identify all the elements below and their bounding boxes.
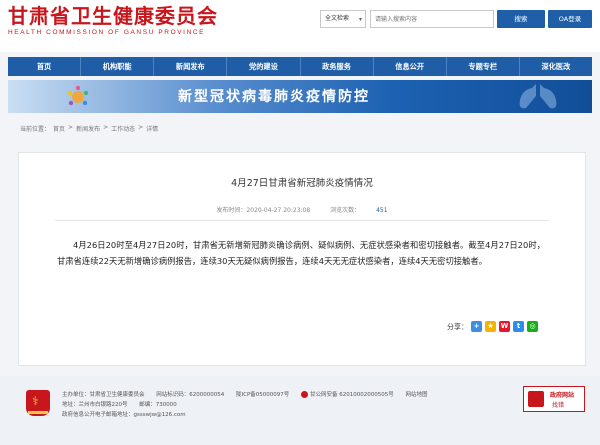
gov-badge-sub: 找错 xyxy=(552,402,565,409)
article-title: 4月27日甘肃省新冠肺炎疫情情况 xyxy=(231,178,373,189)
nav-item-functions[interactable]: 机构职能 xyxy=(81,57,155,76)
search-scope-select[interactable]: 全文检索 ▾ xyxy=(320,10,366,28)
qzone-icon[interactable]: ★ xyxy=(485,321,496,332)
breadcrumb-item-home[interactable]: 首页 xyxy=(53,124,65,133)
chevron-down-icon: ▾ xyxy=(358,16,362,23)
site-subtitle: HEALTH COMMISSION OF GANSU PROVINCE xyxy=(8,29,206,36)
breadcrumb-separator: > xyxy=(138,124,144,131)
wechat-icon[interactable]: ◎ xyxy=(527,321,538,332)
nav-item-news[interactable]: 新闻发布 xyxy=(154,57,228,76)
breadcrumb-label: 当前位置： xyxy=(20,126,51,133)
nav-item-topics[interactable]: 专题专栏 xyxy=(447,57,520,76)
article-meta: 发布时间：2020-04-27 20:23:08 浏览次数： 451 xyxy=(19,205,585,214)
nav-item-reform[interactable]: 深化医改 xyxy=(520,57,592,76)
banner-title: 新型冠状病毒肺炎疫情防控 xyxy=(178,89,370,105)
footer-police[interactable]: 甘公网安备 62010002000505号 xyxy=(310,392,394,398)
share-more-icon[interactable]: + xyxy=(471,321,482,332)
views-count: 451 xyxy=(376,207,388,214)
article-body: 4月26日20时至4月27日20时，甘肃省无新增新冠肺炎确诊病例、疑似病例、无症… xyxy=(57,240,545,266)
footer-icp[interactable]: 陇ICP备05000097号 xyxy=(236,392,289,398)
breadcrumb-item-news[interactable]: 新闻发布 xyxy=(76,124,100,133)
nav-item-party[interactable]: 党的建设 xyxy=(227,57,301,76)
search-input[interactable] xyxy=(370,10,494,28)
search-button[interactable]: 搜索 xyxy=(497,10,545,28)
breadcrumb-item-detail: 详情 xyxy=(146,126,159,133)
breadcrumb: 当前位置： 首页 > 新闻发布 > 工作动态 > 详情 xyxy=(20,124,158,133)
footer-postcode: 邮编：730000 xyxy=(139,402,177,408)
footer-sponsor: 主办单位：甘肃省卫生健康委员会 xyxy=(62,392,145,398)
commission-emblem-icon xyxy=(26,390,50,416)
virus-icon xyxy=(67,85,89,106)
gov-flag-icon xyxy=(528,391,544,407)
share-bar: 分享： + ★ W t ◎ xyxy=(447,321,538,332)
breadcrumb-separator: > xyxy=(68,124,74,131)
footer-email: 政府信息公开电子邮箱地址：gssswjw@126.com xyxy=(62,412,186,418)
main-nav: 首页 机构职能 新闻发布 党的建设 政务服务 信息公开 专题专栏 深化医改 xyxy=(8,57,592,76)
gov-error-report-badge[interactable]: 政府网站 找错 xyxy=(523,386,585,412)
published-label: 发布时间： xyxy=(216,207,247,214)
weibo-icon[interactable]: W xyxy=(499,321,510,332)
breadcrumb-separator: > xyxy=(103,124,109,131)
oa-login-button[interactable]: OA登录 xyxy=(548,10,592,28)
covid-banner[interactable]: 新型冠状病毒肺炎疫情防控 xyxy=(8,80,592,113)
footer-address: 地址：兰州市白银路220号 xyxy=(62,402,128,408)
nav-item-disclosure[interactable]: 信息公开 xyxy=(374,57,447,76)
site-header: 甘肃省卫生健康委员会 HEALTH COMMISSION OF GANSU PR… xyxy=(0,0,600,52)
site-title: 甘肃省卫生健康委员会 xyxy=(8,4,218,28)
footer-line-1: 主办单位：甘肃省卫生健康委员会 网站标识码：6200000054 陇ICP备05… xyxy=(62,390,428,398)
nav-item-home[interactable]: 首页 xyxy=(8,57,82,76)
footer-line-3: 政府信息公开电子邮箱地址：gssswjw@126.com xyxy=(62,410,186,418)
share-label: 分享： xyxy=(447,322,468,331)
divider xyxy=(55,220,549,221)
nav-item-services[interactable]: 政务服务 xyxy=(301,57,374,76)
gov-badge-title: 政府网站 xyxy=(550,392,575,399)
site-footer: 主办单位：甘肃省卫生健康委员会 网站标识码：6200000054 陇ICP备05… xyxy=(0,376,600,445)
footer-line-2: 地址：兰州市白银路220号 邮编：730000 xyxy=(62,400,177,408)
police-badge-icon xyxy=(301,391,309,398)
lungs-icon xyxy=(519,84,557,109)
footer-sitemap[interactable]: 网站地图 xyxy=(406,392,428,398)
views-label: 浏览次数： xyxy=(330,207,361,214)
site-logo[interactable]: 甘肃省卫生健康委员会 HEALTH COMMISSION OF GANSU PR… xyxy=(8,4,218,36)
breadcrumb-item-work[interactable]: 工作动态 xyxy=(111,124,135,133)
tencent-weibo-icon[interactable]: t xyxy=(513,321,524,332)
footer-site-id: 网站标识码：6200000054 xyxy=(156,392,225,398)
article-panel: 4月27日甘肃省新冠肺炎疫情情况 发布时间：2020-04-27 20:23:0… xyxy=(18,152,586,366)
search-scope-value: 全文检索 xyxy=(325,15,350,22)
published-date: 2020-04-27 20:23:08 xyxy=(246,207,311,214)
